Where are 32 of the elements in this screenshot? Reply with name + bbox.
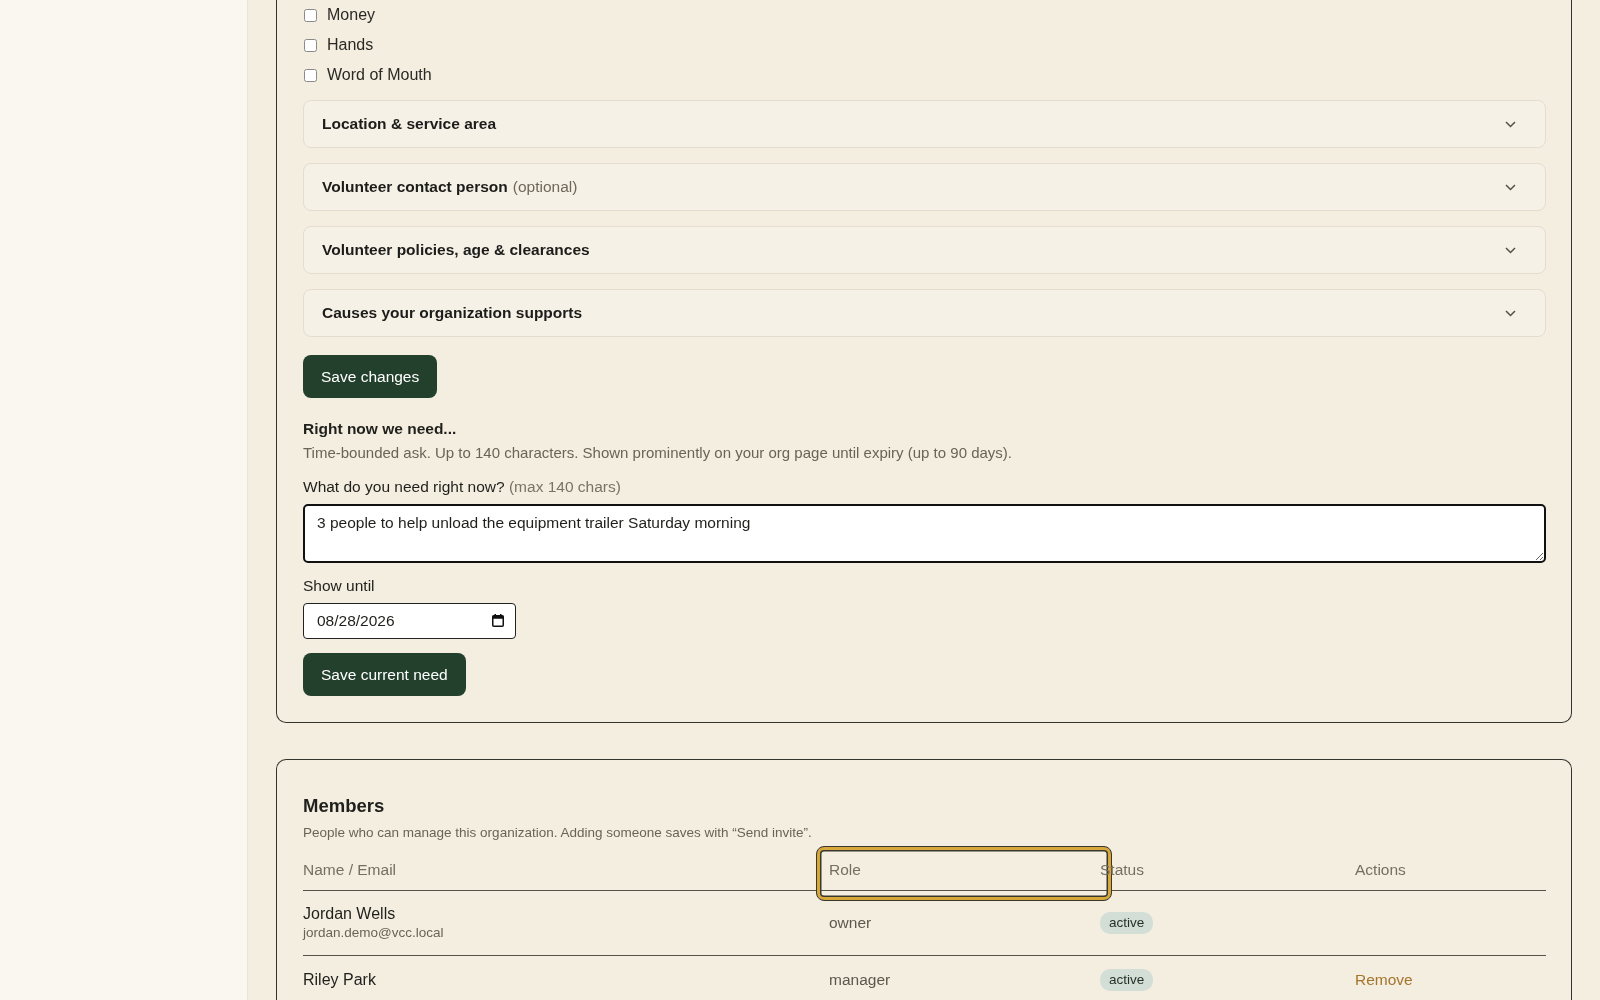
calendar-icon[interactable] [492,614,504,627]
field-label: What do you need right now? (max 140 chars) [303,477,621,497]
member-role: owner [829,914,872,932]
column-header[interactable]: Role [829,861,861,878]
checkbox[interactable] [304,68,317,82]
accordion-header[interactable]: Location & service area [303,100,1546,148]
checkbox-label: Word of Mouth [327,66,432,84]
checkbox-label: Hands [327,36,374,54]
remove-link[interactable]: Remove [1355,971,1413,989]
checkbox[interactable] [304,8,317,22]
status-badge: active [1100,969,1154,991]
column-header[interactable]: Actions [1355,861,1406,878]
member-name: Riley Park [303,970,376,990]
section-heading: Right now we need... [303,419,457,439]
section-title: Members [303,794,386,818]
need-field[interactable]: 3 people to help unload the equipment trailer Saturday morning [303,504,1546,563]
member-email: jordan.demo@vcc.local [303,924,444,942]
section-description: Time-bounded ask. Up to 140 characters. Shown prominently on your org page until expiry (up to 90 days). [303,443,1012,463]
date-field[interactable]: 08/28/2026 [303,603,516,639]
accordion-header[interactable]: Causes your organization supports [303,289,1546,337]
checkbox-label: Money [327,6,376,24]
field-label: Show until [303,576,375,596]
checkbox[interactable] [304,38,317,52]
member-name: Jordan Wells [303,904,396,924]
column-header[interactable]: Name / Email [303,861,397,878]
accordion-header[interactable]: Volunteer policies, age & clearances [303,226,1546,274]
section-description: People who can manage this organization. Adding someone saves with “Send invite”. [303,824,813,842]
accordion-header[interactable]: Volunteer contact person (optional) [303,163,1546,211]
save-current-need-button[interactable]: Save current need [303,653,466,696]
status-badge: active [1100,912,1154,934]
save-changes-button[interactable]: Save changes [303,355,438,398]
member-role: manager [829,971,891,989]
